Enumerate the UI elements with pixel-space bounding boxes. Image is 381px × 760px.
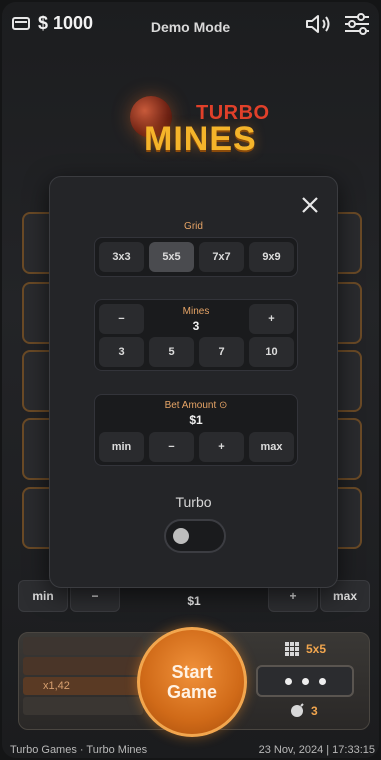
- grid-option-7x7[interactable]: 7x7: [199, 242, 244, 272]
- more-options-button[interactable]: [256, 665, 354, 697]
- grid-option-5x5[interactable]: 5x5: [149, 242, 194, 272]
- multiplier-row: [23, 697, 143, 715]
- bet-max-button[interactable]: max: [249, 432, 294, 462]
- multiplier-row: x1,42: [23, 677, 143, 695]
- footer-timestamp: 23 Nov, 2024 | 17:33:15: [258, 744, 375, 756]
- grid-size-badge: 5x5: [306, 642, 327, 656]
- mines-selector: − Mines 3 + 3 5 7 10: [94, 299, 298, 371]
- turbo-label: Turbo: [175, 494, 212, 510]
- sound-icon[interactable]: [305, 13, 335, 35]
- bet-amount-value: $1: [189, 413, 203, 427]
- settings-modal: Grid 3x3 5x5 7x7 9x9 − Mines 3 + 3 5 7 1…: [49, 176, 338, 588]
- bet-min-button[interactable]: min: [99, 432, 144, 462]
- bet-amount-selector: Bet Amount ⊙ $1 min − + max: [94, 394, 298, 466]
- grid-option-3x3[interactable]: 3x3: [99, 242, 144, 272]
- app: $ 1000 Demo Mode TURBO MINES min − $1 + …: [2, 2, 379, 758]
- grid-icon: [285, 642, 299, 656]
- mines-preset-10[interactable]: 10: [249, 337, 294, 367]
- multiplier-row: [23, 657, 143, 675]
- bet-amount-value: $1: [187, 594, 201, 608]
- bet-minus-button[interactable]: −: [149, 432, 194, 462]
- mines-preset-7[interactable]: 7: [199, 337, 244, 367]
- grid-option-9x9[interactable]: 9x9: [249, 242, 294, 272]
- multiplier-row: [23, 637, 143, 655]
- settings-icon[interactable]: [344, 13, 370, 35]
- close-icon[interactable]: [300, 195, 320, 215]
- footer-game-name: Turbo Games · Turbo Mines: [10, 744, 148, 756]
- turbo-mines-logo: TURBO MINES: [122, 90, 272, 164]
- mines-preset-5[interactable]: 5: [149, 337, 194, 367]
- mines-count-badge: 3: [311, 704, 318, 718]
- toggle-knob: [173, 528, 189, 544]
- dot-icon: [301, 677, 309, 685]
- bet-plus-button[interactable]: +: [199, 432, 244, 462]
- mines-plus-button[interactable]: +: [249, 304, 294, 334]
- top-bar: $ 1000 Demo Mode: [2, 2, 379, 48]
- bet-amount-label: Bet Amount ⊙: [164, 400, 228, 411]
- grid-selector: 3x3 5x5 7x7 9x9: [94, 237, 298, 277]
- grid-label: Grid: [184, 221, 203, 232]
- turbo-toggle[interactable]: [164, 519, 226, 553]
- dot-icon: [318, 677, 326, 685]
- mines-preset-3[interactable]: 3: [99, 337, 144, 367]
- bomb-icon: [291, 703, 304, 717]
- start-game-button[interactable]: Start Game: [137, 627, 247, 737]
- logo-mines-text: MINES: [144, 120, 257, 158]
- footer: Turbo Games · Turbo Mines 23 Nov, 2024 |…: [2, 744, 379, 758]
- dot-icon: [284, 677, 292, 685]
